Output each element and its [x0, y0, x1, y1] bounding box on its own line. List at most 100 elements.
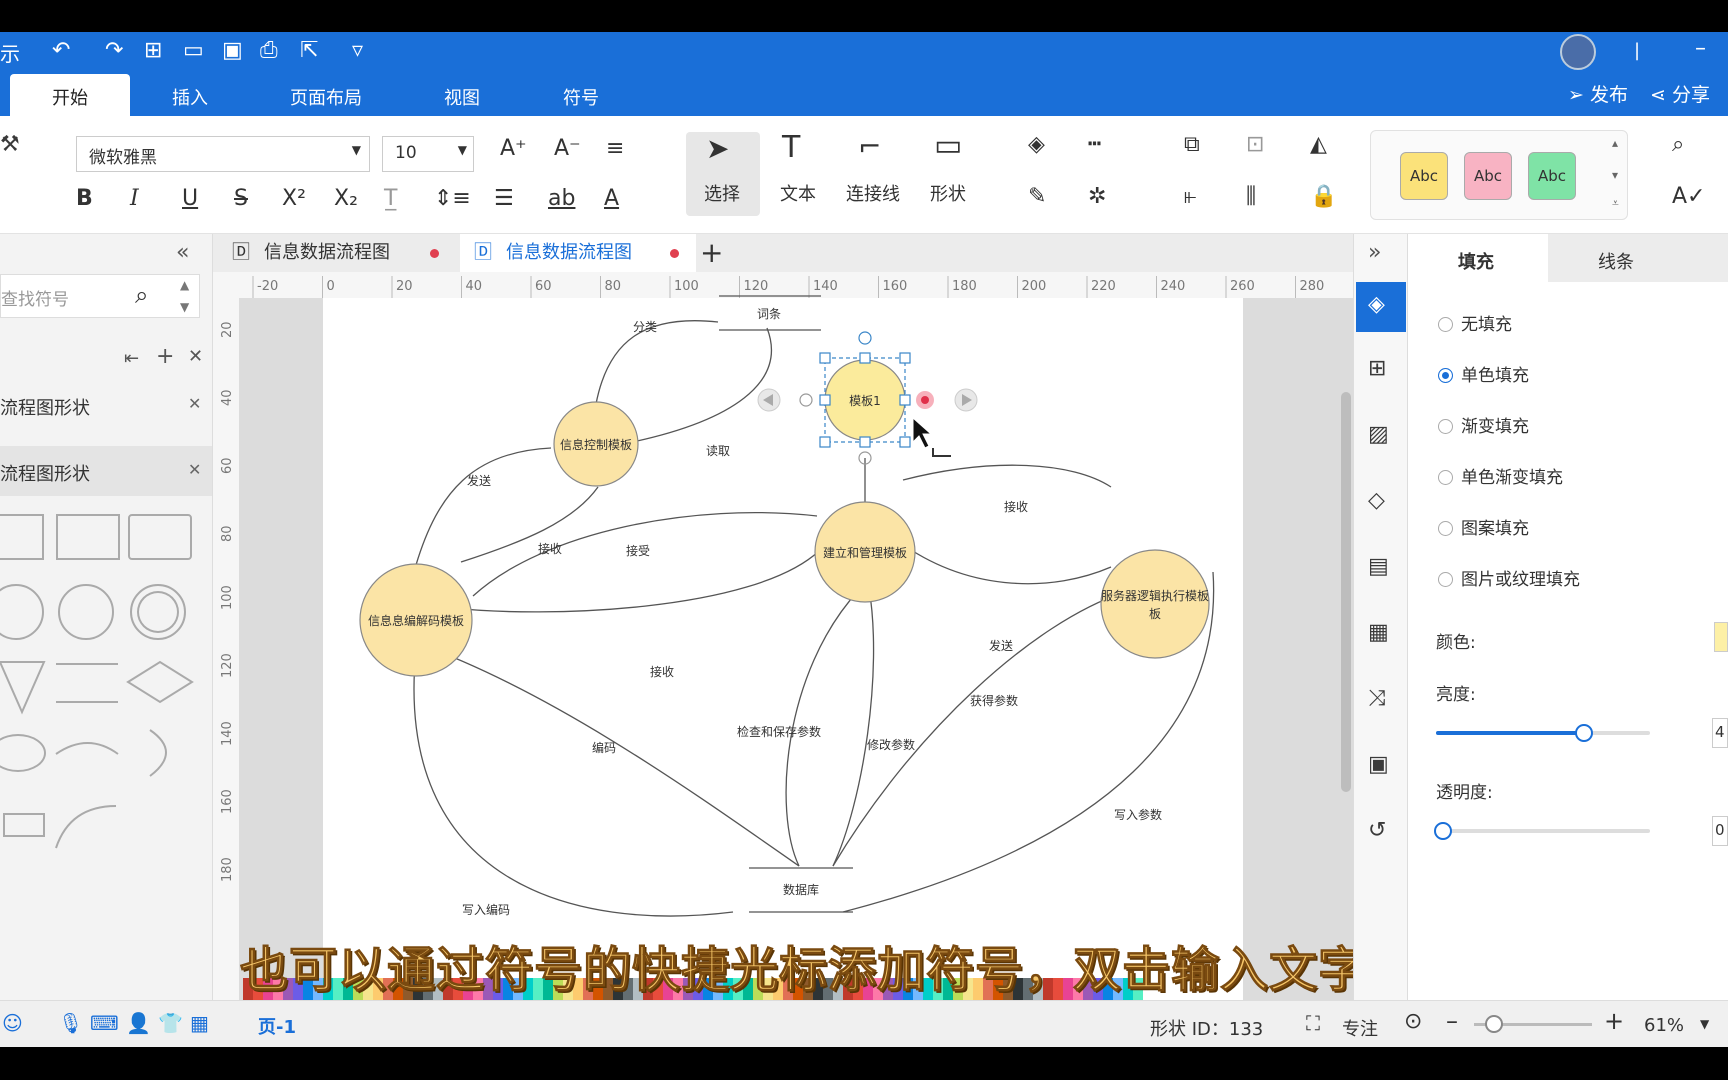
gallery-down-icon[interactable]: ▾ — [1612, 168, 1618, 182]
connector-tool-label[interactable]: 连接线 — [846, 180, 900, 206]
history-icon[interactable]: ↺ — [1368, 818, 1386, 843]
find-replace-icon[interactable]: ⌕ — [1672, 132, 1684, 157]
zoom-knob[interactable] — [1485, 1015, 1503, 1033]
select-tool-label[interactable]: 选择 — [704, 180, 740, 206]
radio-solid-fill[interactable]: 单色填充 — [1438, 361, 1529, 386]
quick-access-dropdown-icon[interactable]: ▿ — [352, 38, 363, 63]
connector-icon[interactable]: ⌐ — [858, 130, 881, 163]
play-icon[interactable]: ⊙ — [1404, 1009, 1422, 1034]
pen-icon[interactable]: ✎ — [1028, 184, 1046, 209]
shape-double-circle[interactable] — [130, 584, 186, 640]
brightness-value[interactable]: 4 — [1712, 718, 1728, 748]
gallery-expand-icon[interactable]: ⩡ — [1612, 196, 1619, 211]
spell-check-icon[interactable]: A✓ — [1672, 184, 1705, 209]
opacity-slider[interactable] — [1434, 822, 1650, 840]
shape-triangle[interactable] — [0, 661, 46, 715]
subscript-button[interactable]: X₂ — [334, 186, 358, 211]
distribute-icon[interactable]: ⫼ — [1246, 184, 1256, 209]
presentation-icon[interactable]: ▣ — [1368, 752, 1389, 777]
minimize-icon[interactable]: – — [1695, 36, 1706, 61]
redo-icon[interactable]: ↷ — [105, 38, 123, 63]
label-node-5[interactable]: 模板1 — [849, 394, 881, 408]
avatar[interactable] — [1560, 34, 1596, 70]
format-painter-icon[interactable]: ⚒ — [0, 132, 20, 157]
tab-insert[interactable]: 插入 — [172, 84, 208, 110]
radio-no-fill[interactable]: 无填充 — [1438, 310, 1512, 335]
tab-symbol[interactable]: 符号 — [563, 84, 599, 110]
shuffle-icon[interactable]: ⤨ — [1368, 686, 1386, 711]
export-icon[interactable]: ⇱ — [300, 38, 318, 63]
resize-handle[interactable] — [859, 352, 871, 364]
search-icon[interactable]: ⌕ — [135, 281, 148, 309]
style-pink[interactable]: Abc — [1464, 152, 1512, 200]
shape-document[interactable] — [56, 514, 120, 560]
scroll-up-icon[interactable]: ▲ — [180, 278, 189, 292]
undo-icon[interactable]: ↶ — [52, 38, 70, 63]
font-color-icon[interactable]: A — [604, 186, 619, 211]
add-tab-icon[interactable]: + — [700, 236, 723, 269]
close-icon[interactable]: ✕ — [188, 394, 201, 413]
opacity-value[interactable]: 0 — [1712, 816, 1728, 846]
resize-handle[interactable] — [899, 352, 911, 364]
emoji-icon[interactable]: ☺ — [2, 1011, 23, 1035]
tab-view[interactable]: 视图 — [444, 84, 480, 110]
library-header-1[interactable]: 流程图形状 ✕ — [0, 380, 212, 430]
connection-point-active[interactable] — [921, 396, 929, 404]
font-size-select[interactable]: 10 ▼ — [382, 136, 474, 172]
layers-icon[interactable]: ◇ — [1368, 488, 1385, 513]
group-icon[interactable]: ⊡ — [1246, 132, 1264, 157]
keyboard-icon[interactable]: ⌨ — [90, 1011, 119, 1035]
resize-handle[interactable] — [819, 352, 831, 364]
fill-bucket-icon[interactable]: ◈ — [1028, 132, 1045, 157]
node-server-logic[interactable] — [1100, 549, 1210, 659]
import-library-icon[interactable]: ⇤ — [124, 348, 139, 369]
resize-handle[interactable] — [819, 394, 831, 406]
shape-curve[interactable] — [55, 805, 117, 849]
italic-button[interactable]: I — [130, 186, 139, 211]
strikethrough-button[interactable]: S — [234, 186, 248, 211]
text-tool-label[interactable]: 文本 — [780, 180, 816, 206]
chevron-down-icon[interactable]: ▼ — [1700, 1017, 1709, 1031]
tab-home[interactable]: 开始 — [52, 84, 88, 110]
open-folder-icon[interactable]: ▭ — [183, 38, 204, 63]
underline-button[interactable]: U — [182, 186, 198, 211]
fill-panel-icon[interactable]: ◈ — [1368, 292, 1385, 317]
resize-handle[interactable] — [899, 436, 911, 448]
tab-fill[interactable]: 填充 — [1408, 234, 1548, 282]
page-tab[interactable]: 页-1 — [258, 1013, 296, 1039]
focus-icon[interactable]: ⛶ — [1306, 1011, 1320, 1035]
font-family-select[interactable]: 微软雅黑 ▼ — [76, 136, 370, 172]
flip-icon[interactable]: ◭ — [1310, 132, 1327, 157]
increase-font-icon[interactable]: A⁺ — [500, 136, 527, 161]
pointer-icon[interactable]: ➤ — [706, 132, 729, 165]
shape-tool-label[interactable]: 形状 — [930, 180, 966, 206]
shape-circle[interactable] — [58, 584, 114, 640]
doc-tab-2-active[interactable]: 🄳 信息数据流程图 — [460, 234, 696, 272]
text-icon[interactable]: T — [782, 130, 800, 165]
zoom-out-icon[interactable]: – — [1446, 1007, 1458, 1035]
zoom-level[interactable]: 61% — [1644, 1015, 1684, 1036]
shape-bracket[interactable] — [149, 729, 167, 777]
shape-small-rect[interactable] — [3, 813, 45, 837]
library-header-2[interactable]: 流程图形状 ✕ — [0, 446, 212, 496]
resize-handle[interactable] — [899, 394, 911, 406]
radio-picture-fill[interactable]: 图片或纹理填充 — [1438, 565, 1580, 590]
style-green[interactable]: Abc — [1528, 152, 1576, 200]
radio-gradient-fill[interactable]: 渐变填充 — [1438, 412, 1529, 437]
image-icon[interactable]: ▨ — [1368, 422, 1389, 447]
zoom-in-icon[interactable]: + — [1604, 1007, 1624, 1035]
gallery-up-icon[interactable]: ▴ — [1612, 136, 1618, 150]
line-spacing-icon[interactable]: ⇕≡ — [434, 186, 471, 211]
bold-button[interactable]: B — [76, 186, 93, 211]
focus-label[interactable]: 专注 — [1342, 1015, 1378, 1041]
grid-icon[interactable]: ⊞ — [1368, 356, 1386, 381]
resize-handle[interactable] — [859, 436, 871, 448]
effects-icon[interactable]: ✲ — [1088, 184, 1106, 209]
add-library-icon[interactable]: + — [156, 344, 174, 369]
expand-panel-icon[interactable]: » — [1368, 240, 1381, 265]
vertical-scrollbar[interactable] — [1341, 392, 1351, 792]
arrange-icon[interactable]: ⧉ — [1184, 132, 1200, 157]
brightness-slider[interactable] — [1436, 724, 1650, 742]
align-left-icon[interactable]: ⫦ — [1184, 184, 1196, 209]
resize-handle[interactable] — [819, 436, 831, 448]
